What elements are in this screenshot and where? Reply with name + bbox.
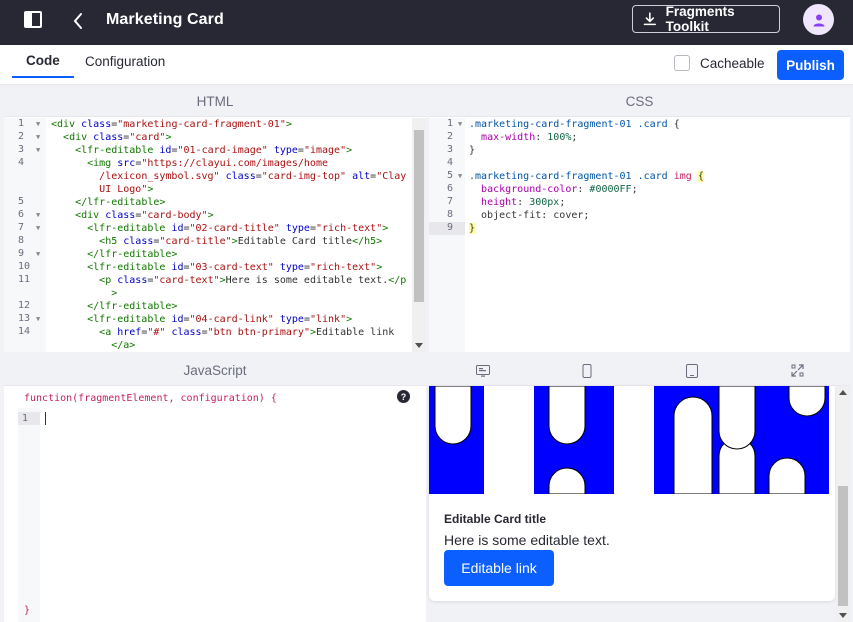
fold-arrow-icon[interactable]: ▼ (36, 315, 40, 323)
code-line: <a href="#" class="btn btn-primary">Edit… (99, 327, 395, 338)
js-line-gutter (18, 408, 40, 622)
card-image (429, 386, 835, 494)
line-number: 4 (18, 157, 25, 168)
device-toolbar (429, 356, 850, 386)
download-icon (643, 12, 656, 26)
code-line: <p class="card-text">Here is some editab… (99, 275, 407, 286)
js-function-signature: function(fragmentElement, configuration)… (24, 393, 277, 404)
code-line: .marketing-card-fragment-01 .card img { (469, 171, 704, 182)
code-line: } (469, 223, 476, 234)
card-title: Editable Card title (444, 512, 547, 526)
code-line: </a> (111, 340, 136, 351)
mobile-icon[interactable] (582, 364, 592, 378)
line-number: 3 (447, 144, 454, 155)
js-code-area[interactable] (40, 408, 426, 603)
js-editor-panel: JavaScript function(fragmentElement, con… (4, 356, 426, 622)
line-number: 14 (18, 326, 31, 337)
code-line: <lfr-editable id="04-card-link" type="li… (87, 314, 353, 325)
code-line: object-fit: cover; (469, 210, 590, 221)
code-line: <lfr-editable id="03-card-text" type="ri… (87, 262, 383, 273)
fragments-toolkit-label: Fragments Toolkit (665, 4, 735, 34)
js-closing-brace: } (24, 605, 31, 616)
page-title: Marketing Card (106, 11, 224, 28)
line-number: 4 (447, 157, 454, 168)
scroll-thumb[interactable] (414, 130, 424, 302)
code-line: > (111, 288, 118, 299)
user-icon (813, 14, 824, 26)
fold-arrow-icon[interactable]: ▼ (36, 211, 40, 219)
html-scrollbar[interactable] (412, 118, 426, 352)
preview-panel: Editable Card title Here is some editabl… (429, 356, 850, 622)
html-code-area[interactable]: 1 2 3 4 5 6 7 8 9 10 11 12 13 14 ▼ ▼ ▼ ▼… (4, 118, 412, 352)
code-line: UI Logo"> (99, 184, 154, 195)
tablet-icon[interactable] (686, 364, 698, 378)
code-line: <lfr-editable id="01-card-image" type="i… (75, 145, 353, 156)
scroll-down-icon[interactable] (415, 343, 423, 349)
desktop-icon[interactable] (476, 365, 490, 377)
back-arrow-icon[interactable] (68, 8, 90, 34)
code-line: <div class="card-body"> (75, 210, 214, 221)
editor-tab-bar: Code Configuration Cacheable Publish (0, 45, 853, 85)
code-line: .marketing-card-fragment-01 .card { (469, 119, 680, 130)
line-number: 2 (447, 131, 454, 142)
line-number: 11 (18, 274, 31, 285)
fold-arrow-icon[interactable]: ▼ (36, 133, 40, 141)
fold-arrow-icon[interactable]: ▼ (36, 250, 40, 258)
code-line: <h5 class="card-title">Editable Card tit… (99, 236, 383, 247)
fragments-toolkit-button[interactable]: Fragments Toolkit (632, 4, 780, 34)
code-line: </lfr-editable> (87, 301, 178, 312)
card-text: Here is some editable text. (444, 532, 610, 548)
preview-card: Editable Card title Here is some editabl… (429, 386, 835, 601)
preview-scrollbar[interactable] (836, 386, 850, 622)
html-editor-title: HTML (4, 87, 426, 117)
code-line: </lfr-editable> (75, 197, 166, 208)
fold-arrow-icon[interactable]: ▼ (458, 172, 462, 180)
scroll-down-icon[interactable] (839, 613, 847, 619)
code-line: height: 300px; (481, 197, 566, 208)
line-number: 7 (447, 196, 454, 207)
card-link-button[interactable]: Editable link (444, 550, 554, 586)
line-number: 5 (18, 196, 25, 207)
css-code-area[interactable]: 1 2 3 4 5 6 7 8 9 ▼ ▼ .marketing-card-fr… (429, 118, 850, 352)
fold-arrow-icon[interactable]: ▼ (36, 224, 40, 232)
html-editor-panel: HTML 1 2 3 4 5 6 7 8 9 10 11 12 13 14 ▼ … (4, 87, 426, 352)
app-header: Marketing Card Fragments Toolkit (0, 0, 853, 45)
code-line: max-width: 100%; (481, 132, 578, 143)
fold-arrow-icon[interactable]: ▼ (36, 146, 40, 154)
user-avatar[interactable] (803, 4, 834, 35)
fold-arrow-icon[interactable]: ▼ (458, 120, 462, 128)
js-editor-title: JavaScript (4, 356, 426, 386)
code-line: } (469, 145, 476, 156)
code-line: background-color: #0000FF; (481, 184, 638, 195)
code-line: <div class="card"> (63, 132, 172, 143)
line-number: 9 (447, 222, 454, 233)
line-number: 6 (447, 183, 454, 194)
line-number: 12 (18, 300, 31, 311)
help-icon[interactable]: ? (397, 390, 410, 403)
checkbox-box[interactable] (674, 55, 690, 71)
code-line: /lexicon_symbol.svg" class="card-img-top… (99, 171, 407, 182)
cacheable-checkbox[interactable]: Cacheable (674, 55, 765, 71)
code-line: <lfr-editable id="02-card-title" type="r… (87, 223, 389, 234)
css-editor-panel: CSS 1 2 3 4 5 6 7 8 9 ▼ ▼ .marketing-car… (429, 87, 850, 352)
scroll-up-icon[interactable] (839, 389, 847, 395)
fold-arrow-icon[interactable]: ▼ (36, 120, 40, 128)
code-line: </lfr-editable> (87, 249, 178, 260)
scroll-thumb[interactable] (838, 486, 848, 606)
line-number: 8 (447, 209, 454, 220)
tab-code[interactable]: Code (12, 45, 74, 78)
code-line: <div class="marketing-card-fragment-01"> (51, 119, 292, 130)
line-number: 8 (18, 235, 25, 246)
code-line: <img src="https://clayui.com/images/home (87, 158, 328, 169)
tab-configuration[interactable]: Configuration (71, 45, 179, 78)
css-editor-title: CSS (429, 87, 850, 117)
publish-button[interactable]: Publish (777, 50, 844, 80)
line-number: 10 (18, 261, 31, 272)
expand-icon[interactable] (791, 364, 804, 377)
sidebar-toggle-icon[interactable] (24, 11, 42, 28)
cacheable-label: Cacheable (700, 55, 765, 71)
